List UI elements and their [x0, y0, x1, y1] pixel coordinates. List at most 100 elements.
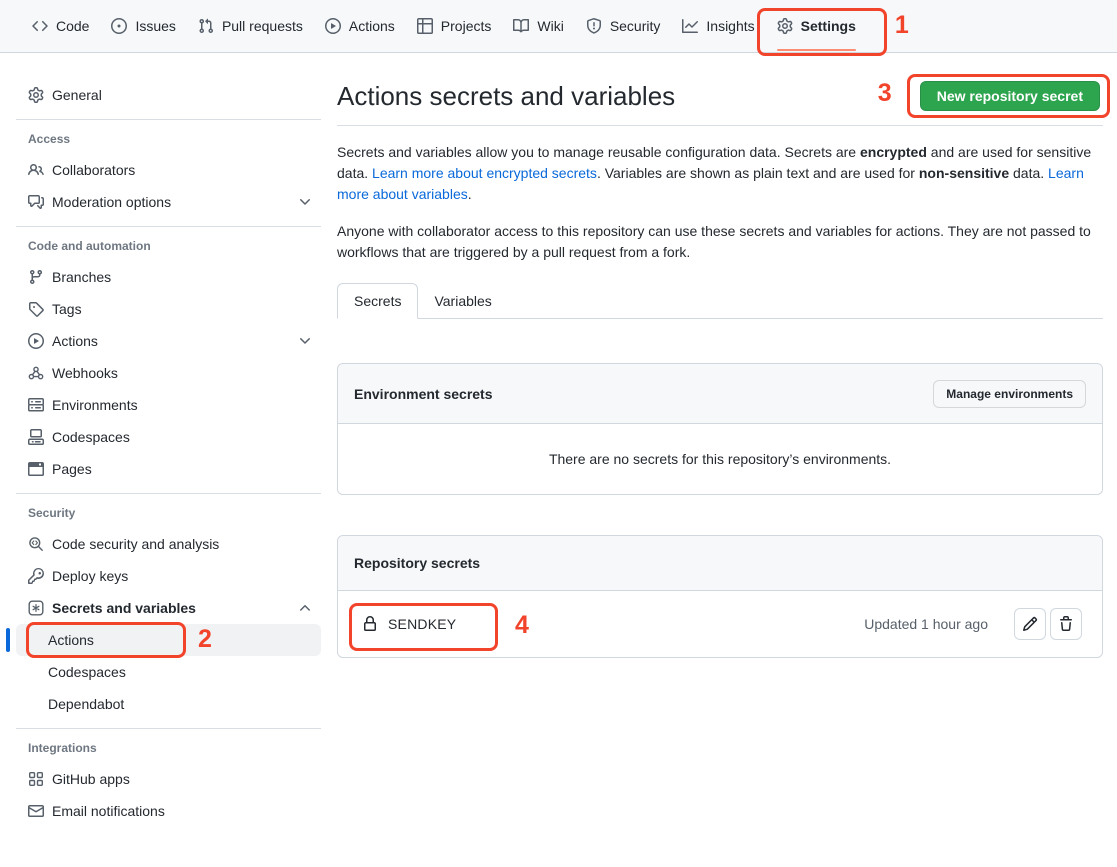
environment-secrets-card: Environment secrets Manage environments …: [337, 363, 1103, 495]
intro-bold-non-sensitive: non-sensitive: [919, 165, 1009, 181]
gear-icon: [777, 18, 793, 34]
new-repository-secret-button[interactable]: New repository secret: [920, 81, 1100, 111]
secret-updated-timestamp: Updated 1 hour ago: [864, 616, 988, 632]
secret-name: SENDKEY: [388, 616, 456, 632]
sidebar-item-secrets-and-variables[interactable]: Secrets and variables: [16, 592, 321, 624]
tab-variables[interactable]: Variables: [418, 284, 507, 318]
tab-insights-label: Insights: [706, 18, 754, 34]
sidebar-item-collaborators-label: Collaborators: [52, 162, 135, 178]
sidebar-divider: [16, 226, 321, 227]
chevron-down-icon: [297, 333, 313, 349]
annotation-number-2: 2: [198, 627, 212, 652]
tab-code[interactable]: Code: [24, 11, 97, 41]
codespaces-icon: [28, 429, 44, 445]
sidebar-subitem-dependabot-label: Dependabot: [48, 696, 124, 712]
people-icon: [28, 162, 44, 178]
tab-actions-label: Actions: [349, 18, 395, 34]
repo-nav: Code Issues Pull requests Actions Projec…: [0, 0, 1117, 53]
tab-secrets[interactable]: Secrets: [337, 283, 418, 319]
tab-actions[interactable]: Actions: [317, 11, 403, 41]
selected-item-marker: [6, 628, 10, 652]
shield-icon: [586, 18, 602, 34]
issue-opened-icon: [111, 18, 127, 34]
sidebar-subitem-codespaces[interactable]: Codespaces: [16, 656, 321, 688]
sidebar-item-moderation-label: Moderation options: [52, 194, 171, 210]
sidebar-item-tags-label: Tags: [52, 301, 82, 317]
main-content: Actions secrets and variables New reposi…: [337, 53, 1117, 658]
page-title: Actions secrets and variables: [337, 81, 675, 111]
comment-discussion-icon: [28, 194, 44, 210]
sidebar-item-webhooks-label: Webhooks: [52, 365, 118, 381]
sidebar-item-general[interactable]: General: [16, 79, 321, 111]
sidebar-subitem-codespaces-label: Codespaces: [48, 664, 126, 680]
mail-icon: [28, 803, 44, 819]
tab-projects-label: Projects: [441, 18, 492, 34]
delete-secret-button[interactable]: [1050, 608, 1082, 640]
tab-pull-requests-label: Pull requests: [222, 18, 303, 34]
tab-insights[interactable]: Insights: [674, 11, 762, 41]
collaborator-note: Anyone with collaborator access to this …: [337, 221, 1103, 263]
intro-text: data.: [1009, 165, 1048, 181]
sidebar-item-branches-label: Branches: [52, 269, 111, 285]
sidebar-section-access: Access: [16, 132, 321, 146]
sidebar-item-pages-label: Pages: [52, 461, 92, 477]
annotation-number-1: 1: [895, 13, 909, 38]
sidebar-item-codespaces[interactable]: Codespaces: [16, 421, 321, 453]
manage-environments-button[interactable]: Manage environments: [933, 380, 1086, 408]
sidebar-subitem-actions-label: Actions: [48, 632, 94, 648]
sidebar-item-general-label: General: [52, 87, 102, 103]
repository-secrets-card: Repository secrets SENDKEY 4 Updated 1 h…: [337, 535, 1103, 658]
tab-settings[interactable]: Settings 1: [769, 11, 864, 41]
intro-text: .: [468, 186, 472, 202]
graph-icon: [682, 18, 698, 34]
sidebar-subitem-dependabot[interactable]: Dependabot: [16, 688, 321, 720]
tab-pull-requests[interactable]: Pull requests: [190, 11, 311, 41]
book-icon: [513, 18, 529, 34]
sidebar-item-tags[interactable]: Tags: [16, 293, 321, 325]
sidebar-item-environments[interactable]: Environments: [16, 389, 321, 421]
gear-icon: [28, 87, 44, 103]
repository-secrets-title: Repository secrets: [354, 555, 480, 571]
sidebar-item-actions[interactable]: Actions: [16, 325, 321, 357]
browser-icon: [28, 461, 44, 477]
sidebar-item-secrets-label: Secrets and variables: [52, 600, 196, 616]
intro-text: . Variables are shown as plain text and …: [597, 165, 919, 181]
intro-bold-encrypted: encrypted: [860, 144, 927, 160]
chevron-up-icon: [297, 600, 313, 616]
sidebar-item-github-apps[interactable]: GitHub apps: [16, 763, 321, 795]
intro-paragraph: Secrets and variables allow you to manag…: [337, 142, 1103, 205]
sidebar-item-collaborators[interactable]: Collaborators: [16, 154, 321, 186]
webhook-icon: [28, 365, 44, 381]
pencil-icon: [1022, 616, 1038, 632]
sidebar-item-pages[interactable]: Pages: [16, 453, 321, 485]
secret-asterisk-icon: [28, 600, 44, 616]
sidebar-item-deploy-keys[interactable]: Deploy keys: [16, 560, 321, 592]
link-learn-encrypted-secrets[interactable]: Learn more about encrypted secrets: [372, 165, 597, 181]
tab-wiki-label: Wiki: [537, 18, 563, 34]
pull-request-icon: [198, 18, 214, 34]
sidebar-item-branches[interactable]: Branches: [16, 261, 321, 293]
secret-row: SENDKEY 4 Updated 1 hour ago: [338, 591, 1102, 657]
sidebar-divider: [16, 119, 321, 120]
code-scan-icon: [28, 536, 44, 552]
annotation-number-4: 4: [515, 613, 529, 638]
sidebar-section-code-automation: Code and automation: [16, 239, 321, 253]
edit-secret-button[interactable]: [1014, 608, 1046, 640]
tab-projects[interactable]: Projects: [409, 11, 500, 41]
sidebar-item-webhooks[interactable]: Webhooks: [16, 357, 321, 389]
sidebar-item-email-notifications[interactable]: Email notifications: [16, 795, 321, 827]
lock-icon: [362, 616, 378, 632]
play-icon: [28, 333, 44, 349]
sidebar-item-code-security-label: Code security and analysis: [52, 536, 219, 552]
tab-security[interactable]: Security: [578, 11, 669, 41]
git-branch-icon: [28, 269, 44, 285]
environment-secrets-empty-message: There are no secrets for this repository…: [338, 424, 1102, 494]
sidebar-subitem-actions[interactable]: Actions 2: [16, 624, 321, 656]
sidebar-item-moderation-options[interactable]: Moderation options: [16, 186, 321, 218]
sidebar-item-code-security[interactable]: Code security and analysis: [16, 528, 321, 560]
tab-wiki[interactable]: Wiki: [505, 11, 571, 41]
apps-icon: [28, 771, 44, 787]
tab-issues[interactable]: Issues: [103, 11, 183, 41]
play-icon: [325, 18, 341, 34]
annotation-number-3: 3: [878, 81, 892, 106]
